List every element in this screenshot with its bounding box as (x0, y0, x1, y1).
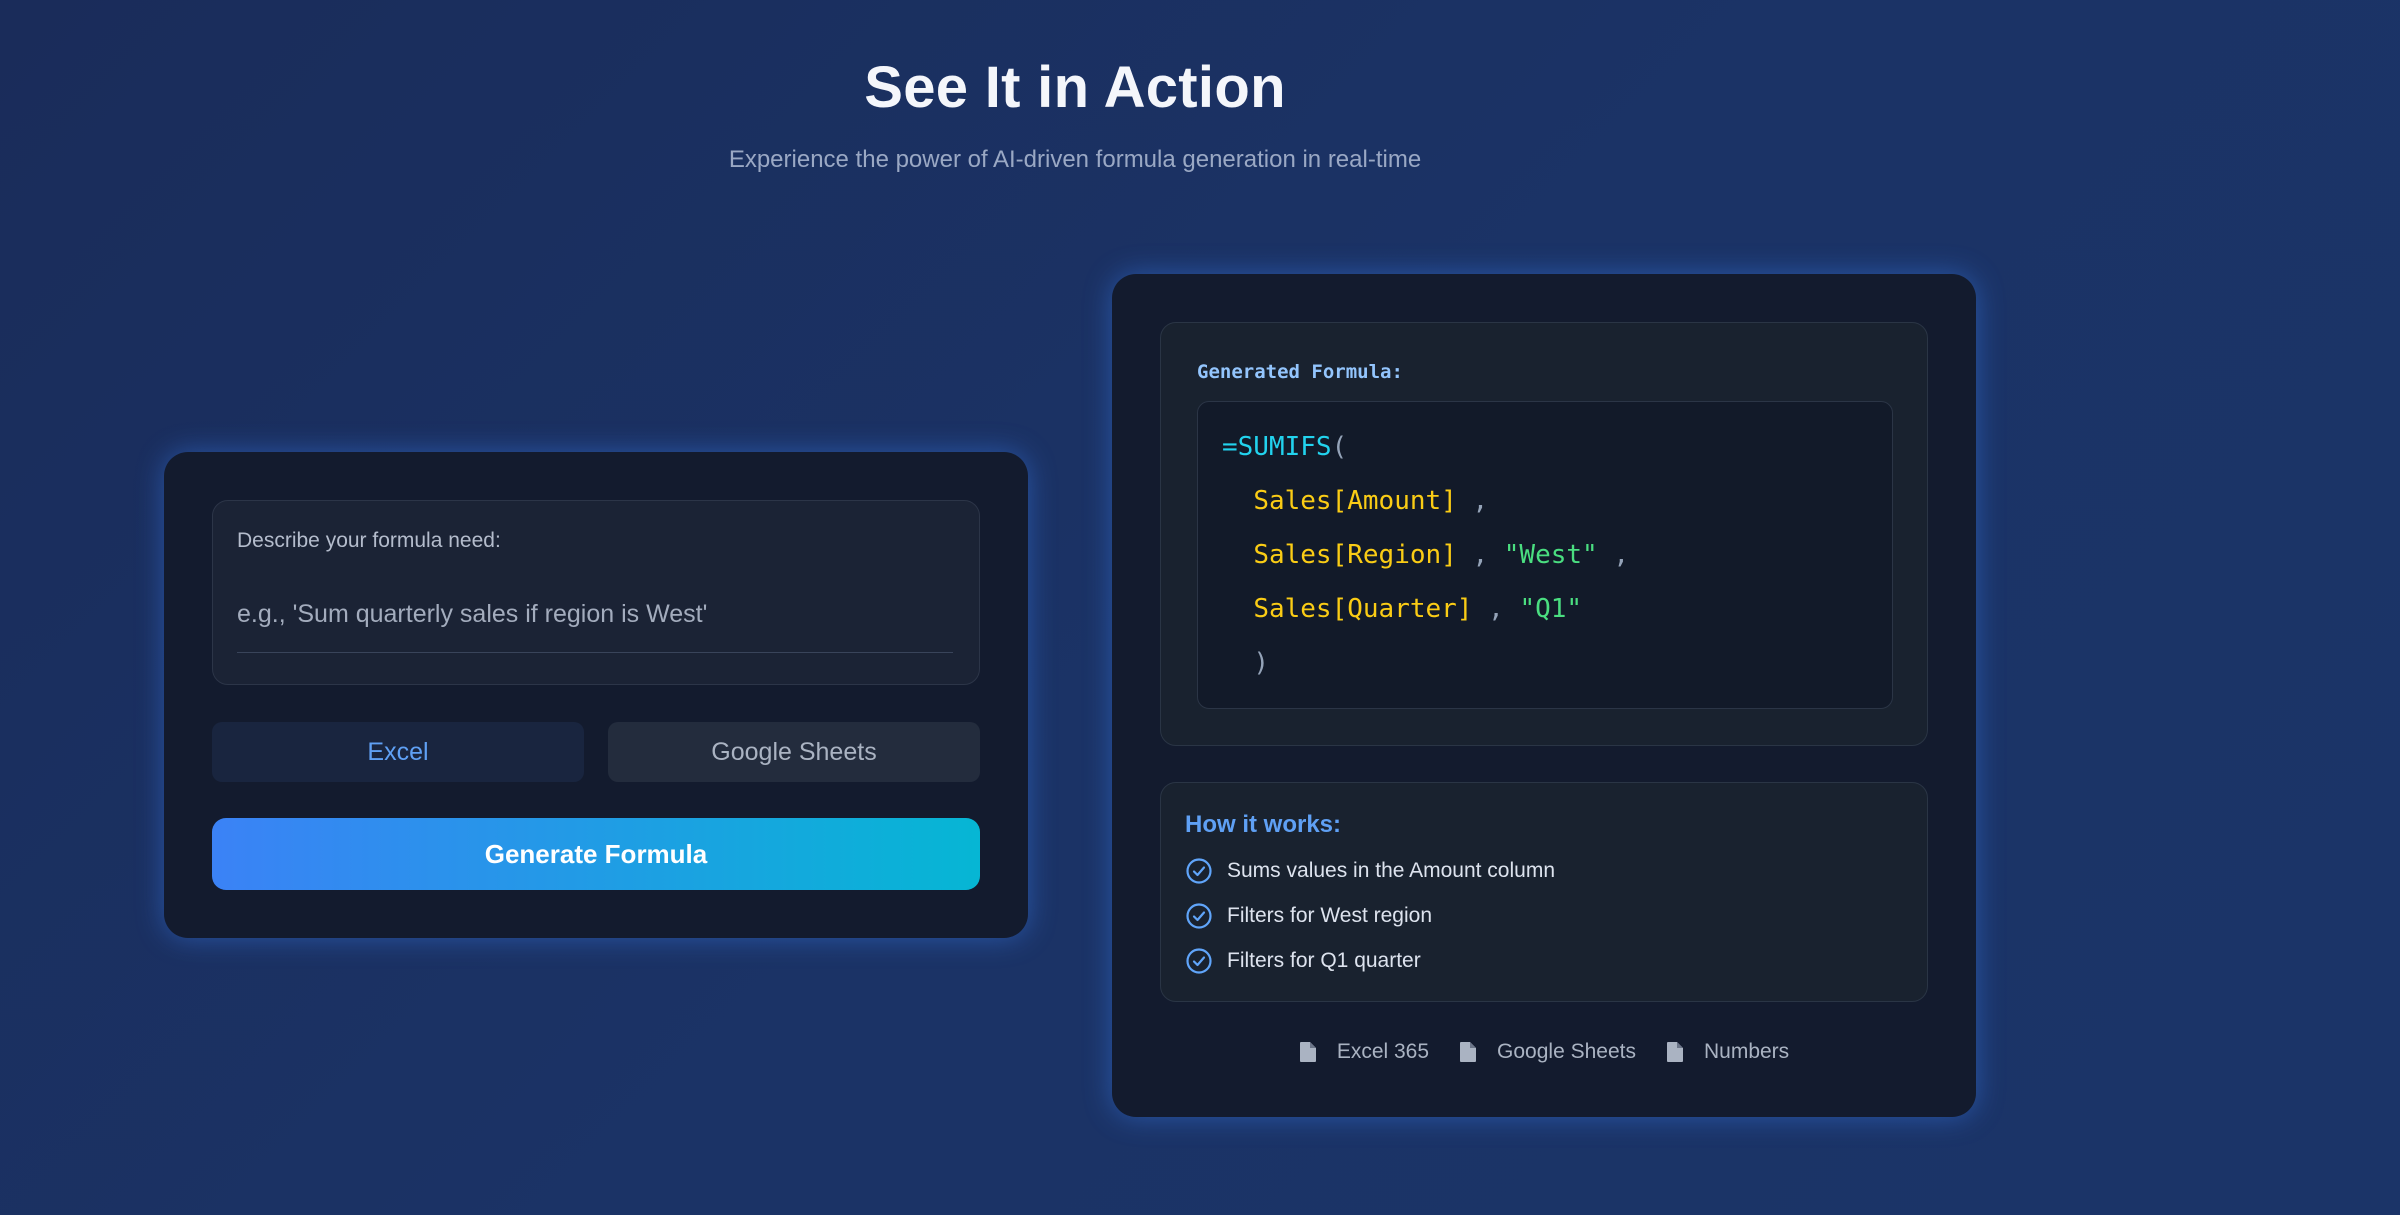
page-subtitle: Experience the power of AI-driven formul… (728, 146, 1422, 173)
code-ref-quarter: Sales[Quarter] (1253, 594, 1473, 624)
generate-formula-button[interactable]: Generate Formula (212, 818, 980, 890)
how-it-works-item: Sums values in the Amount column (1185, 857, 1555, 885)
code-string-q1: "Q1" (1519, 594, 1583, 624)
formula-input-card: Describe your formula need: Excel Google… (164, 452, 1028, 938)
how-it-works-item: Filters for Q1 quarter (1185, 947, 1421, 975)
code-line-1: =SUMIFS( (1222, 432, 1347, 462)
how-it-works-panel: How it works: Sums values in the Amount … (1160, 782, 1928, 1002)
platform-tag-label: Numbers (1703, 1040, 1790, 1063)
generated-formula-panel: Generated Formula: =SUMIFS( Sales[Amount… (1160, 322, 1928, 746)
code-string-west: "West" (1503, 540, 1598, 570)
code-ref-region: Sales[Region] (1253, 540, 1457, 570)
code-comma: , (1488, 594, 1504, 624)
check-circle-icon (1186, 858, 1212, 884)
compatible-platforms: Excel 365 Google Sheets Numbers (1112, 1040, 1976, 1064)
file-icon (1666, 1042, 1683, 1062)
platform-tag-label: Google Sheets (1497, 1040, 1636, 1063)
platform-google-sheets-button[interactable]: Google Sheets (608, 722, 980, 782)
formula-code-block: =SUMIFS( Sales[Amount] , Sales[Region] ,… (1197, 401, 1893, 709)
how-it-works-text: Filters for Q1 quarter (1227, 949, 1421, 972)
code-line-3: Sales[Region] , "West" , (1222, 540, 1629, 570)
code-comma: , (1472, 540, 1489, 570)
code-open-paren: ( (1331, 432, 1348, 462)
generated-formula-heading: Generated Formula: (1197, 361, 1403, 383)
platform-tag-numbers: Numbers (1666, 1040, 1789, 1064)
how-it-works-heading: How it works: (1185, 811, 1342, 838)
platform-tag-google-sheets: Google Sheets (1459, 1040, 1636, 1064)
code-line-5: ) (1222, 648, 1269, 678)
code-comma: , (1472, 486, 1489, 516)
page-title: See It in Action (864, 55, 1286, 120)
formula-output-card: Generated Formula: =SUMIFS( Sales[Amount… (1112, 274, 1976, 1117)
code-line-4: Sales[Quarter] , "Q1" (1222, 594, 1582, 624)
how-it-works-item: Filters for West region (1185, 902, 1432, 930)
description-label: Describe your formula need: (237, 529, 501, 552)
file-icon (1299, 1042, 1316, 1062)
code-function: =SUMIFS (1222, 432, 1332, 462)
code-close-paren: ) (1253, 648, 1269, 678)
platform-tag-label: Excel 365 (1336, 1040, 1430, 1063)
how-it-works-text: Filters for West region (1227, 904, 1433, 927)
how-it-works-text: Sums values in the Amount column (1227, 859, 1556, 882)
code-line-2: Sales[Amount] , (1222, 486, 1488, 516)
code-comma: , (1613, 540, 1630, 570)
check-circle-icon (1186, 948, 1212, 974)
check-circle-icon (1186, 903, 1212, 929)
description-input[interactable] (237, 567, 953, 653)
code-ref-amount: Sales[Amount] (1253, 486, 1457, 516)
platform-tag-excel-365: Excel 365 (1299, 1040, 1429, 1064)
file-icon (1460, 1042, 1477, 1062)
description-input-box: Describe your formula need: (212, 500, 980, 685)
platform-excel-button[interactable]: Excel (212, 722, 584, 782)
